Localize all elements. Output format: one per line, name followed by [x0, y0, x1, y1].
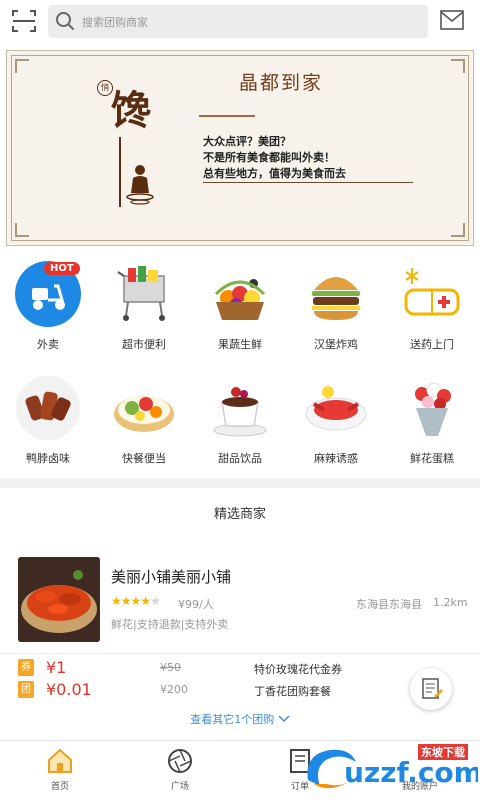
- section-divider: [0, 478, 480, 488]
- category-label: 鲜花蛋糕: [410, 452, 454, 465]
- star-icon: ★: [111, 594, 122, 608]
- deal-name: 特价玫瑰花代金券: [254, 663, 342, 676]
- category-label: 鸭脖卤味: [26, 452, 70, 465]
- top-bar: 搜索团购商家: [0, 0, 480, 44]
- banner-corner: [451, 223, 465, 237]
- category-takeout[interactable]: HOT 外卖: [0, 256, 96, 366]
- category-label: 快餐便当: [122, 452, 166, 465]
- category-braised-duck[interactable]: 鸭脖卤味: [0, 370, 96, 480]
- search-input[interactable]: 搜索团购商家: [48, 5, 428, 38]
- banner-tagline: 不是所有美食都能叫外卖！: [203, 151, 335, 164]
- category-label: 超市便利: [122, 338, 166, 351]
- nav-square[interactable]: 广场: [132, 741, 228, 800]
- category-label: 外卖: [37, 338, 59, 351]
- merchant-location: 东海县东海县: [356, 598, 422, 611]
- banner-brand: 晶都到家: [239, 72, 324, 94]
- banner-corner: [15, 223, 29, 237]
- banner-corner: [451, 59, 465, 73]
- nav-label: 首页: [50, 782, 69, 792]
- category-label: 麻辣诱惑: [314, 452, 358, 465]
- category-label: 汉堡炸鸡: [314, 338, 358, 351]
- deal-name: 丁香花团购套餐: [254, 685, 331, 698]
- note-edit-icon: [422, 678, 443, 699]
- fruit-basket-icon: [214, 280, 266, 320]
- braised-duck-icon: [16, 376, 80, 440]
- dessert-cup-icon: [213, 387, 267, 437]
- aperture-icon: [168, 749, 192, 773]
- merchant-photo[interactable]: [18, 557, 100, 642]
- rating-stars: ★★★★★: [111, 594, 161, 608]
- merchant-name[interactable]: 美丽小铺美丽小铺: [111, 566, 231, 587]
- category-label: 果蔬生鲜: [218, 338, 262, 351]
- deal-row[interactable]: 团 ¥0.01 ¥200 丁香花团购套餐: [0, 679, 480, 703]
- seated-figure-icon: [126, 165, 154, 205]
- category-spicy[interactable]: 麻辣诱惑: [288, 370, 384, 480]
- deal-original-price: ¥50: [160, 661, 181, 674]
- category-burger[interactable]: 汉堡炸鸡: [288, 256, 384, 366]
- more-deals-label: 查看其它1个团购: [190, 713, 275, 726]
- mail-icon[interactable]: [440, 10, 464, 30]
- hot-badge: HOT: [44, 262, 80, 275]
- watermark-text: uzzf.com: [344, 756, 478, 789]
- star-icon: ★: [120, 594, 132, 608]
- category-label: 甜品饮品: [218, 452, 262, 465]
- banner-big-char: 馋: [111, 87, 151, 134]
- star-icon: ★: [150, 594, 161, 608]
- merchant-distance: 1.2km: [433, 596, 468, 609]
- category-flower-cake[interactable]: 鲜花蛋糕: [384, 370, 480, 480]
- star-icon: ★: [140, 594, 151, 608]
- merchant-tags: 鲜花|支持退款|支持外卖: [111, 618, 229, 631]
- banner-corner: [15, 59, 29, 73]
- deal-original-price: ¥200: [160, 683, 188, 696]
- search-placeholder: 搜索团购商家: [82, 16, 148, 29]
- category-label: 送药上门: [410, 338, 454, 351]
- home-icon: [48, 748, 72, 773]
- nav-label: 广场: [170, 782, 189, 792]
- star-icon: ★: [130, 594, 142, 608]
- deal-price: ¥0.01: [46, 680, 92, 699]
- nav-home[interactable]: 首页: [12, 741, 108, 800]
- voucher-badge: 券: [18, 659, 34, 676]
- category-supermarket[interactable]: 超市便利: [96, 256, 192, 366]
- shopping-cart-icon: [117, 266, 165, 321]
- promo-banner[interactable]: 悄 馋 晶都到家 大众点评？美团？ 不是所有美食都能叫外卖！ 总有些地方，值得为…: [6, 50, 474, 288]
- burger-icon: [312, 277, 360, 320]
- banner-tagline: 大众点评？美团？: [203, 135, 291, 148]
- group-buy-badge: 团: [18, 681, 34, 698]
- deal-row[interactable]: 券 ¥1 ¥50 特价玫瑰花代金券: [0, 657, 480, 681]
- chevron-down-icon: [278, 715, 290, 723]
- banner-accent-line: [199, 115, 255, 117]
- banner-underline: [203, 182, 413, 183]
- flower-bouquet-icon: [415, 382, 451, 436]
- section-title: 精选商家: [213, 507, 266, 522]
- merchant-price: ¥99/人: [178, 598, 214, 611]
- category-medicine[interactable]: 送药上门: [384, 256, 480, 366]
- crayfish-dish-icon: [18, 557, 100, 642]
- crayfish-icon: [305, 386, 367, 431]
- banner-brush-stroke: [119, 137, 121, 207]
- bento-icon: [114, 396, 174, 432]
- watermark-logo: 东坡下载 uzzf.com: [300, 740, 480, 798]
- banner-tagline: 总有些地方，值得为美食而去: [203, 167, 346, 180]
- scan-icon[interactable]: [12, 9, 36, 33]
- uzzf-logo-icon: 东坡下载 uzzf.com: [307, 744, 480, 789]
- floating-note-button[interactable]: [410, 668, 452, 710]
- deal-price: ¥1: [46, 658, 67, 677]
- more-deals-link[interactable]: 查看其它1个团购: [0, 711, 480, 727]
- divider-line: [0, 653, 480, 654]
- search-icon: [56, 12, 75, 31]
- category-fast-food[interactable]: 快餐便当: [96, 370, 192, 480]
- medicine-icon: [404, 268, 460, 316]
- category-fresh-produce[interactable]: 果蔬生鲜: [192, 256, 288, 366]
- category-dessert[interactable]: 甜品饮品: [192, 370, 288, 480]
